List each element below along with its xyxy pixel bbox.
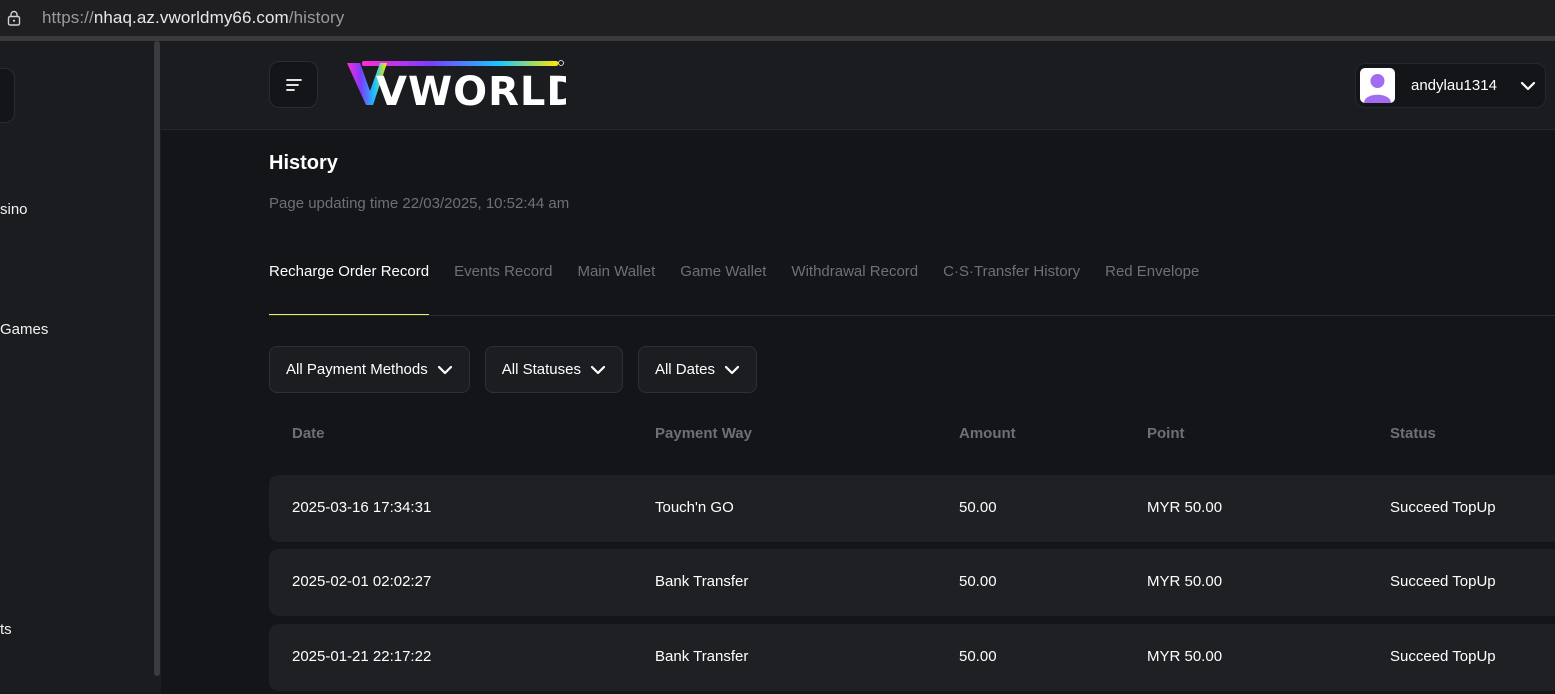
lock-icon[interactable] [7,10,21,26]
table-header: Date Payment Way Amount Point Status [269,425,1555,445]
user-menu[interactable]: andylau1314 [1355,63,1546,108]
chevron-down-icon [724,365,740,374]
tabs-divider [269,315,1555,316]
column-header-amount: Amount [959,425,1016,442]
table-row[interactable]: 2025-03-16 17:34:31 Touch'n GO 50.00 MYR… [269,475,1555,542]
cell-point: MYR 50.00 [1147,648,1223,665]
sidebar-item-events[interactable]: ts [0,621,12,638]
cell-date: 2025-03-16 17:34:31 [292,499,432,516]
url-path: /history [288,8,345,27]
tab-events-record[interactable]: Events Record [454,261,552,316]
column-header-status: Status [1390,425,1436,442]
page-updated-time: Page updating time 22/03/2025, 10:52:44 … [269,195,570,212]
cell-date: 2025-02-01 02:02:27 [292,573,432,590]
column-header-date: Date [292,425,325,442]
cell-status: Succeed TopUp [1390,573,1496,590]
tab-withdrawal-record[interactable]: Withdrawal Record [791,261,918,316]
filter-label: All Dates [654,361,715,378]
menu-button[interactable] [269,61,318,108]
tab-recharge-order-record[interactable]: Recharge Order Record [269,261,430,316]
cell-payment-way: Bank Transfer [655,573,749,590]
table-row[interactable]: 2025-02-01 02:02:27 Bank Transfer 50.00 … [269,549,1555,616]
username: andylau1314 [1411,77,1497,94]
browser-url-bar[interactable]: https://nhaq.az.vworldmy66.com/history [0,0,1555,36]
cell-payment-way: Bank Transfer [655,648,749,665]
cell-point: MYR 50.00 [1147,499,1223,516]
chevron-down-icon [437,365,452,374]
tab-cs-transfer-history[interactable]: C·S·Transfer History [943,261,1080,316]
cell-amount: 50.00 [959,573,997,590]
history-tabs: Recharge Order Record Events Record Main… [269,261,1224,316]
top-header: VWORLD andylau1314 [161,41,1555,130]
sidebar: sino Games ts [0,41,161,694]
status-filter[interactable]: All Statuses [484,346,623,393]
logo-text: VWORLD [376,69,566,109]
sidebar-item-casino[interactable]: sino [0,201,28,218]
payment-method-filter[interactable]: All Payment Methods [269,346,470,393]
tab-main-wallet[interactable]: Main Wallet [577,261,655,316]
tab-red-envelope[interactable]: Red Envelope [1105,261,1199,316]
page-title: History [269,152,338,174]
sidebar-scrollbar[interactable] [154,41,160,676]
menu-icon [285,78,302,91]
cell-date: 2025-01-21 22:17:22 [292,648,432,665]
filter-label: All Payment Methods [286,361,428,378]
url-host: nhaq.az.vworldmy66.com [93,8,289,27]
cell-status: Succeed TopUp [1390,648,1496,665]
cell-amount: 50.00 [959,648,997,665]
cell-payment-way: Touch'n GO [655,499,734,516]
cell-point: MYR 50.00 [1147,573,1223,590]
chevron-down-icon [590,365,606,374]
sidebar-item-games[interactable]: Games [0,321,48,338]
url-text[interactable]: https://nhaq.az.vworldmy66.com/history [42,8,344,28]
filter-label: All Statuses [501,361,581,378]
column-header-payment-way: Payment Way [655,425,752,442]
cell-amount: 50.00 [959,499,997,516]
chevron-down-icon [1520,81,1536,90]
tab-game-wallet[interactable]: Game Wallet [680,261,766,316]
date-filter[interactable]: All Dates [637,346,757,393]
vworld-logo[interactable]: VWORLD [346,59,566,109]
main-content: VWORLD andylau1314 History Page updating… [161,41,1555,694]
column-header-point: Point [1147,425,1185,442]
sidebar-toggle-pill[interactable] [0,68,15,123]
table-row[interactable]: 2025-01-21 22:17:22 Bank Transfer 50.00 … [269,624,1555,691]
filter-bar: All Payment Methods All Statuses All Dat… [269,346,772,393]
cell-status: Succeed TopUp [1390,499,1496,516]
user-avatar-icon [1360,68,1395,103]
url-scheme: https:// [42,8,94,27]
